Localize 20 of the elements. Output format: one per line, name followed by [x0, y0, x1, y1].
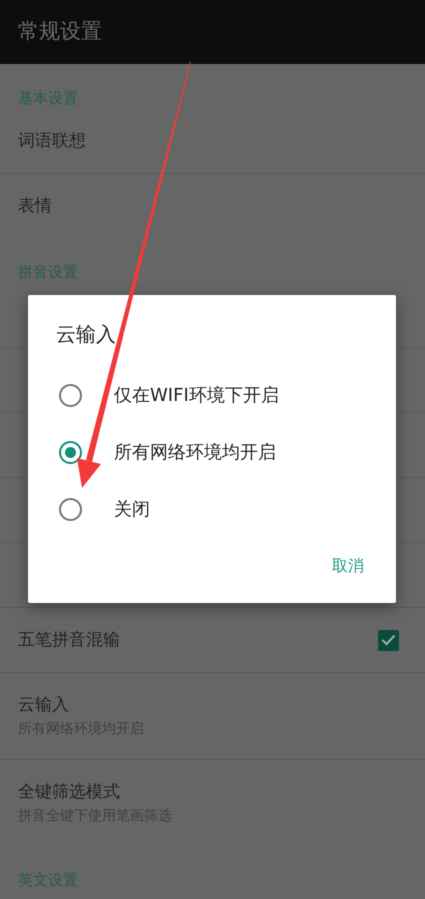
radio-button[interactable] [59, 498, 82, 521]
option-label: 所有网络环境均开启 [114, 441, 276, 465]
settings-row[interactable]: 五笔拼音混输 [0, 607, 425, 672]
section-header: 英文设置 [18, 870, 78, 890]
radio-button[interactable] [59, 384, 82, 407]
dialog-title: 云输入 [55, 321, 116, 348]
check-icon [381, 634, 396, 646]
setting-label: 五笔拼音混输 [18, 629, 120, 651]
setting-label: 表情 [18, 195, 52, 217]
settings-row[interactable]: 词语联想 [0, 108, 425, 173]
option-label: 仅在WIFI环境下开启 [114, 384, 279, 408]
screen-title: 常规设置 [18, 18, 102, 46]
setting-label: 全键筛选模式 [18, 780, 121, 802]
checkbox[interactable] [378, 630, 399, 650]
section-header: 基本设置 [18, 88, 78, 108]
option-label: 关闭 [114, 498, 150, 522]
section-header: 拼音设置 [18, 262, 78, 282]
setting-label: 云输入 [18, 694, 70, 716]
setting-label: 词语联想 [18, 130, 86, 152]
cancel-button[interactable]: 取消 [324, 550, 372, 582]
